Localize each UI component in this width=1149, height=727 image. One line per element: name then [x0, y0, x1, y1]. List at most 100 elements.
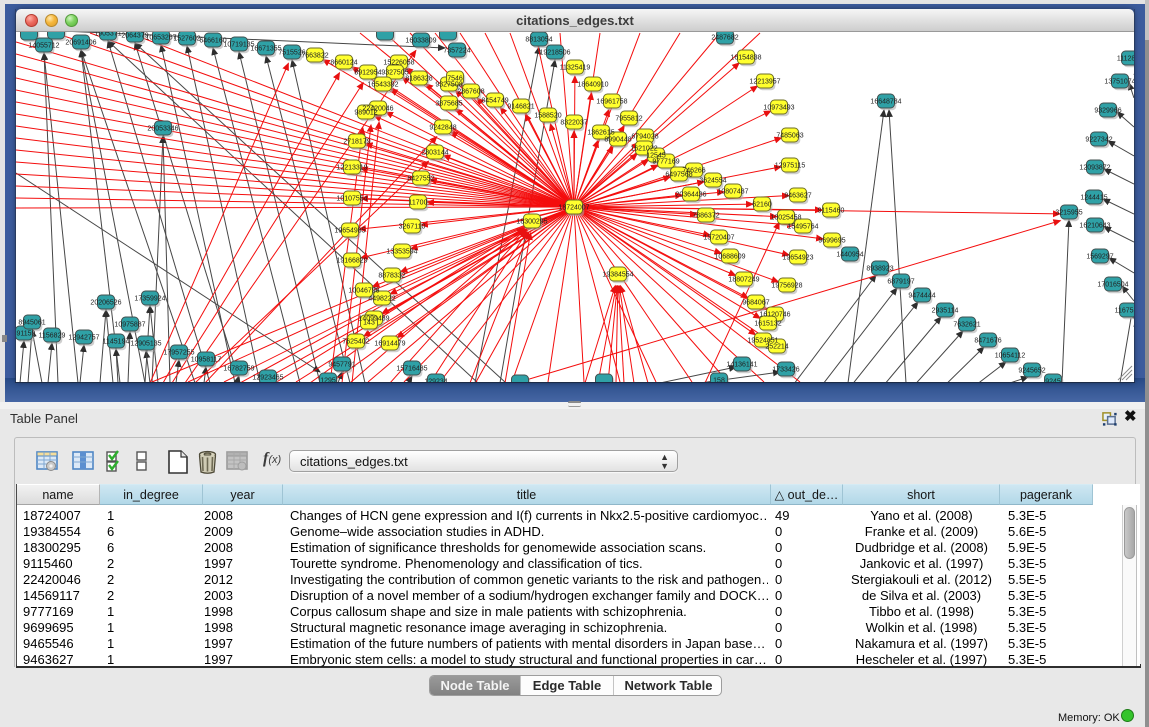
svg-text:9245652: 9245652	[1018, 368, 1045, 375]
svg-text:19218506: 19218506	[539, 50, 570, 57]
svg-text:2718179: 2718179	[343, 139, 370, 146]
svg-text:19384554: 19384554	[602, 272, 633, 279]
svg-text:12923465: 12923465	[252, 375, 283, 382]
svg-text:16210643: 16210643	[1079, 223, 1110, 230]
svg-text:10107554: 10107554	[336, 196, 367, 203]
svg-text:6879197: 6879197	[887, 279, 914, 286]
svg-text:10975887: 10975887	[114, 322, 145, 329]
svg-text:20206526: 20206526	[90, 300, 121, 307]
svg-text:9227342: 9227342	[1085, 137, 1112, 144]
svg-text:12975115: 12975115	[775, 163, 806, 170]
svg-text:16033809: 16033809	[405, 38, 436, 45]
svg-text:17359924: 17359924	[134, 296, 165, 303]
svg-text:12093872: 12093872	[1079, 165, 1110, 172]
svg-text:1362615: 1362615	[587, 130, 614, 137]
svg-text:16914479: 16914479	[374, 341, 405, 348]
svg-text:1569297: 1569297	[1086, 254, 1113, 261]
svg-text:16671355: 16671355	[250, 46, 281, 53]
svg-text:11700: 11700	[409, 200, 428, 207]
svg-text:11325419: 11325419	[560, 65, 591, 72]
svg-text:7663822: 7663822	[301, 53, 328, 60]
svg-text:8427552: 8427552	[407, 176, 434, 183]
svg-text:1112846: 1112846	[1117, 56, 1134, 63]
svg-text:9146821: 9146821	[507, 104, 534, 111]
svg-text:16961758: 16961758	[596, 99, 627, 106]
svg-text:252214: 252214	[765, 344, 788, 351]
svg-text:2935114: 2935114	[932, 308, 959, 315]
svg-text:3875685: 3875685	[435, 101, 462, 108]
svg-text:1527602: 1527602	[173, 36, 200, 43]
svg-text:8938923: 8938923	[866, 266, 893, 273]
svg-text:2867608: 2867608	[457, 89, 484, 96]
svg-text:7625402: 7625402	[342, 339, 369, 346]
svg-text:13751074: 13751074	[1104, 79, 1134, 86]
svg-text:8912954: 8912954	[354, 70, 381, 77]
svg-text:14055712: 14055712	[28, 43, 59, 50]
svg-text:19654923: 19654923	[782, 255, 813, 262]
svg-text:1440954: 1440954	[836, 252, 863, 259]
svg-text:12213319: 12213319	[336, 165, 367, 172]
svg-text:1588520: 1588520	[534, 113, 561, 120]
svg-text:3215955: 3215955	[1055, 210, 1082, 217]
svg-text:7632621: 7632621	[953, 322, 980, 329]
svg-text:1156829: 1156829	[39, 333, 66, 340]
svg-text:989012: 989012	[354, 110, 377, 117]
svg-text:18807249: 18807249	[728, 277, 759, 284]
svg-text:8471676: 8471676	[974, 338, 1001, 345]
svg-text:19756928: 19756928	[771, 283, 802, 290]
svg-text:9777169: 9777169	[652, 159, 679, 166]
svg-text:18640910: 18640910	[577, 82, 608, 89]
svg-text:6497568: 6497568	[665, 172, 692, 179]
svg-text:10654112: 10654112	[995, 353, 1026, 360]
svg-text:1615132: 1615132	[754, 321, 781, 328]
svg-text:20691406: 20691406	[65, 40, 96, 47]
svg-text:19166829: 19166829	[336, 258, 367, 265]
svg-text:10807487: 10807487	[717, 189, 748, 196]
svg-text:12905135: 12905135	[130, 341, 161, 348]
svg-text:16120746: 16120746	[759, 312, 790, 319]
svg-text:10025458: 10025458	[770, 215, 801, 222]
svg-text:9474444: 9474444	[908, 293, 935, 300]
svg-text:3267110: 3267110	[399, 224, 426, 231]
svg-text:8878332: 8878332	[378, 273, 405, 280]
svg-text:1145194: 1145194	[103, 339, 130, 346]
svg-text:2487682: 2487682	[711, 35, 738, 42]
svg-text:16543392: 16543392	[367, 82, 398, 89]
svg-text:9457791: 9457791	[328, 362, 355, 369]
svg-text:16782759: 16782759	[223, 366, 254, 373]
svg-text:4498222: 4498222	[368, 296, 395, 303]
svg-text:20364436: 20364436	[675, 192, 706, 199]
svg-text:17957255: 17957255	[163, 350, 194, 357]
svg-text:20053346: 20053346	[147, 126, 178, 133]
svg-text:2803144: 2803144	[421, 150, 448, 157]
svg-text:1905371: 1905371	[94, 32, 121, 38]
svg-text:13353594: 13353594	[386, 249, 417, 256]
svg-text:7886372: 7886372	[692, 213, 719, 220]
svg-text:7546: 7546	[447, 76, 463, 83]
svg-text:8186328: 8186328	[405, 76, 432, 83]
svg-text:16154838: 16154838	[730, 55, 761, 62]
svg-text:10653267: 10653267	[145, 35, 176, 42]
svg-text:8945061: 8945061	[18, 320, 45, 327]
svg-text:12942757: 12942757	[68, 335, 99, 342]
svg-text:1733426: 1733426	[772, 367, 799, 374]
svg-text:19654985: 19654985	[334, 228, 365, 235]
svg-text:9242848: 9242848	[429, 125, 456, 132]
svg-text:12213957: 12213957	[749, 79, 780, 86]
svg-text:1244415: 1244415	[1080, 195, 1107, 202]
svg-text:1621022: 1621022	[630, 146, 657, 153]
svg-text:15716485: 15716485	[396, 366, 427, 373]
svg-text:7955812: 7955812	[615, 116, 642, 123]
svg-text:18300295: 18300295	[516, 219, 547, 226]
svg-text:8813054: 8813054	[525, 37, 552, 44]
svg-text:8454749: 8454749	[481, 98, 508, 105]
svg-text:7357224: 7357224	[443, 48, 470, 55]
svg-text:15495764: 15495764	[787, 224, 818, 231]
svg-text:10958117: 10958117	[191, 357, 222, 364]
svg-text:8322037: 8322037	[560, 120, 587, 127]
svg-text:9329966: 9329966	[1094, 108, 1121, 115]
svg-text:10973493: 10973493	[763, 105, 794, 112]
svg-text:62160: 62160	[752, 202, 772, 209]
svg-text:9327508: 9327508	[435, 82, 462, 89]
svg-text:15226058: 15226058	[383, 60, 414, 67]
